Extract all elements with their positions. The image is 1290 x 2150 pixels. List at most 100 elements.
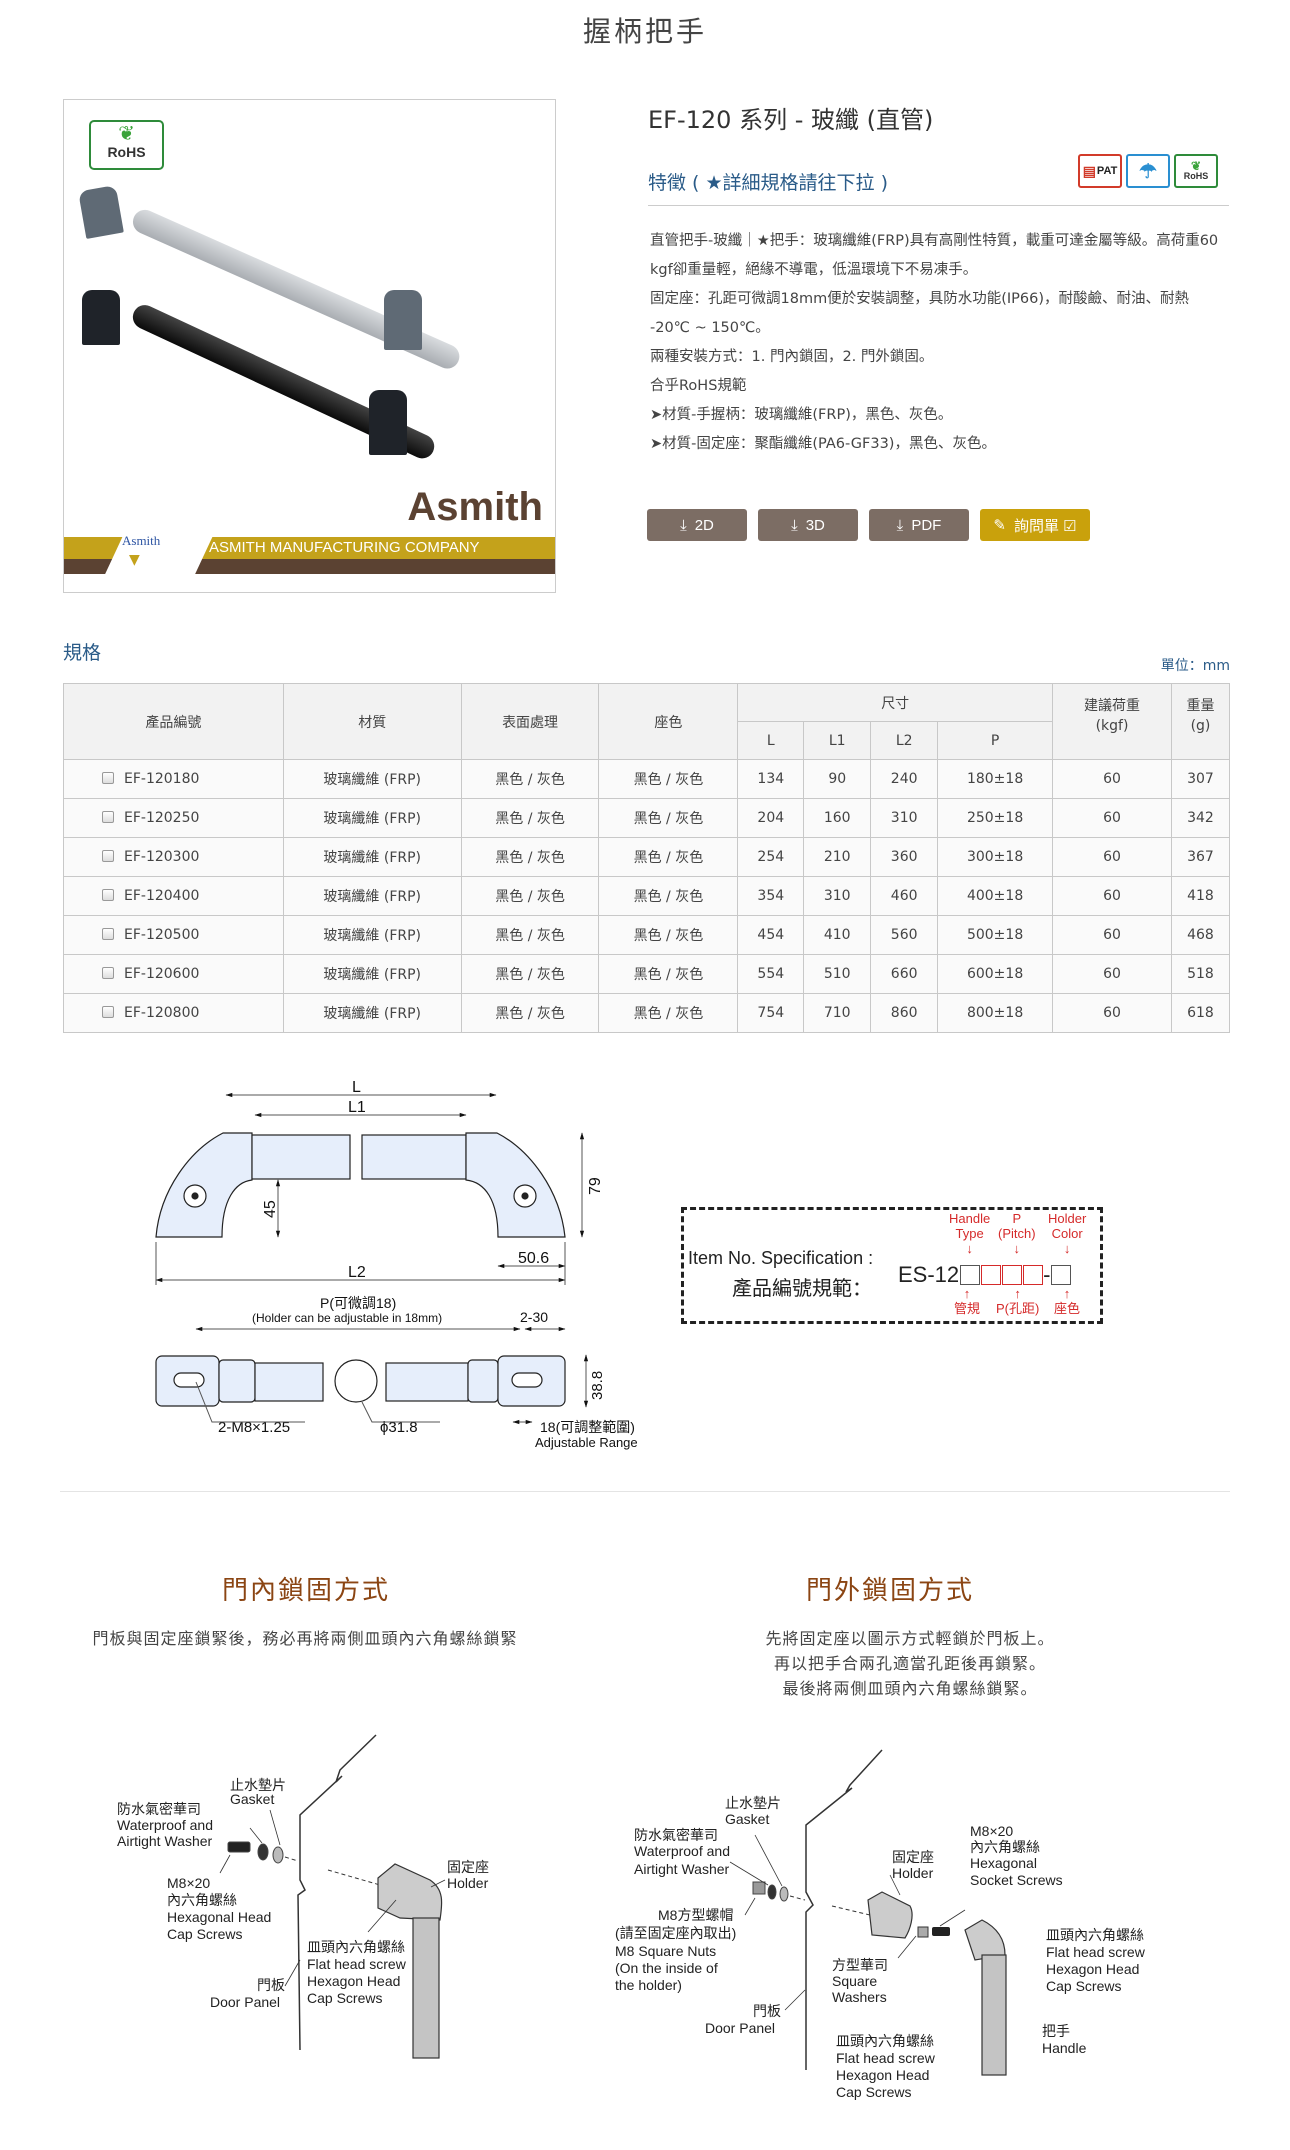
cell-weight: 307 bbox=[1170, 759, 1231, 799]
banner-company: ASMITH MANUFACTURING COMPANY bbox=[209, 539, 480, 556]
black-handle-holder-right bbox=[369, 390, 407, 455]
header-L2: L2 bbox=[870, 721, 939, 760]
button-label: 3D bbox=[805, 516, 825, 534]
mount-outside-title: 門外鎖固方式 bbox=[806, 1576, 975, 1606]
cell-holder-color: 黑色 / 灰色 bbox=[598, 798, 739, 838]
dim-38-8: 38.8 bbox=[589, 1371, 606, 1400]
technical-drawing: L L1 L2 50.6 45 79 P(可微調18) (Holder can … bbox=[155, 1079, 638, 1450]
label-flat-en2: Hexagon Head bbox=[836, 2067, 929, 2083]
pitch-label: P (Pitch) ↓ bbox=[998, 1211, 1036, 1256]
item-spec-label-en: Item No. Specification : bbox=[688, 1248, 874, 1268]
label-panel-en: Door Panel bbox=[705, 2020, 775, 2036]
mount-outside-diagram: 止水墊片 Gasket 防水氣密華司 Waterproof and Airtig… bbox=[615, 1749, 1146, 2100]
row-checkbox[interactable] bbox=[102, 967, 114, 979]
cell-material: 玻璃纖維 (FRP) bbox=[282, 993, 462, 1033]
row-checkbox[interactable] bbox=[102, 772, 114, 784]
leaf-icon: ❦ bbox=[118, 121, 135, 145]
spec-table: 產品編號 材質 表面處理 座色 尺寸 建議荷重 (kgf) 重量 (g) L L1 … bbox=[63, 683, 1231, 1033]
cell-material: 玻璃纖維 (FRP) bbox=[282, 954, 462, 994]
cell-holder-color: 黑色 / 灰色 bbox=[598, 993, 739, 1033]
dim-L: L bbox=[352, 1079, 361, 1096]
product-code: EF-120300 bbox=[124, 849, 200, 865]
cell-L2: 860 bbox=[870, 993, 939, 1033]
cell-P: 500±18 bbox=[937, 915, 1054, 955]
label-handle-en: Handle bbox=[1042, 2040, 1087, 2056]
cell-L: 254 bbox=[737, 837, 805, 877]
cell-P: 800±18 bbox=[937, 993, 1054, 1033]
download-pdf-button[interactable]: ⤓ PDF bbox=[869, 509, 969, 541]
code-separator: - bbox=[1043, 1262, 1051, 1287]
row-checkbox[interactable] bbox=[102, 850, 114, 862]
feature-item: 合乎RoHS規範 bbox=[650, 378, 747, 394]
header-L1: L1 bbox=[803, 721, 872, 760]
header-P: P bbox=[937, 721, 1054, 760]
product-code: EF-120400 bbox=[124, 888, 200, 904]
row-checkbox[interactable] bbox=[102, 811, 114, 823]
cell-L: 134 bbox=[737, 759, 805, 799]
black-handle-holder-left bbox=[82, 290, 120, 345]
download-icon: ⤓ bbox=[680, 516, 687, 534]
button-label: 詢問單 ☑ bbox=[1013, 517, 1077, 535]
label-handle-zh: 把手 bbox=[1042, 2023, 1070, 2039]
dim-p-note: (Holder can be adjustable in 18mm) bbox=[252, 1311, 442, 1325]
download-2d-button[interactable]: ⤓ 2D bbox=[647, 509, 747, 541]
cell-holder-color: 黑色 / 灰色 bbox=[598, 759, 739, 799]
row-checkbox[interactable] bbox=[102, 1006, 114, 1018]
mount-inside-diagram: 止水墊片 Gasket 防水氣密華司 Waterproof and Airtig… bbox=[117, 1734, 489, 2059]
mount-outside-desc: 先將固定座以圖示方式輕鎖於門板上。 再以把手合兩孔適當孔距後再鎖緊。 最後將兩側… bbox=[700, 1626, 1120, 1701]
product-code: EF-120250 bbox=[124, 810, 200, 826]
nut-parts bbox=[752, 1881, 789, 1902]
rohs-badge: ❦ RoHS bbox=[89, 120, 164, 170]
dim-2-30: 2-30 bbox=[520, 1309, 548, 1325]
features-list: 直管把手-玻纖｜★把手：玻璃纖維(FRP)具有高剛性特質，載重可達金屬等級。高荷… bbox=[650, 227, 1230, 459]
dim-79: 79 bbox=[587, 1177, 604, 1195]
row-checkbox[interactable] bbox=[102, 928, 114, 940]
header-L: L bbox=[737, 721, 805, 760]
label-square-washer-en2: Washers bbox=[832, 1989, 887, 2005]
label-washer-en2: Airtight Washer bbox=[117, 1833, 213, 1849]
label-washer-en2: Airtight Washer bbox=[634, 1861, 730, 1877]
cell-L2: 560 bbox=[870, 915, 939, 955]
series-title: EF-120 系列 - 玻纖 (直管) bbox=[648, 106, 934, 134]
item-spec-code: ES-12 - bbox=[898, 1262, 1072, 1288]
cell-material: 玻璃纖維 (FRP) bbox=[282, 837, 462, 877]
pitch-box bbox=[1002, 1265, 1023, 1285]
label-flat-right-zh: 皿頭內六角螺絲 bbox=[1046, 1927, 1144, 1943]
inquiry-button[interactable]: ✎ 詢問單 ☑ bbox=[980, 509, 1090, 541]
header-load: 建議荷重 (kgf) bbox=[1052, 683, 1172, 760]
header-dimension: 尺寸 bbox=[737, 683, 1054, 722]
cell-L1: 90 bbox=[803, 759, 872, 799]
label-washer-en1: Waterproof and bbox=[117, 1817, 213, 1833]
desc-line: 最後將兩側皿頭內六角螺絲鎖緊。 bbox=[782, 1679, 1038, 1698]
cell-P: 400±18 bbox=[937, 876, 1054, 916]
cell-holder-color: 黑色 / 灰色 bbox=[598, 837, 739, 877]
label-flat-right-en1: Flat head screw bbox=[1046, 1944, 1146, 1960]
table-row: EF-120180 玻璃纖維 (FRP) 黑色 / 灰色 黑色 / 灰色 134 90 24… bbox=[63, 759, 1231, 799]
edit-icon: ✎ bbox=[993, 517, 1006, 534]
label-panel-zh: 門板 bbox=[257, 1977, 285, 1993]
cell-load: 60 bbox=[1052, 759, 1172, 799]
cell-code: EF-120180 bbox=[63, 759, 284, 799]
cell-L: 554 bbox=[737, 954, 805, 994]
label-flat-en1: Flat head screw bbox=[307, 1956, 407, 1972]
cell-material: 玻璃纖維 (FRP) bbox=[282, 876, 462, 916]
cell-weight: 342 bbox=[1170, 798, 1231, 838]
download-3d-button[interactable]: ⤓ 3D bbox=[758, 509, 858, 541]
cell-P: 600±18 bbox=[937, 954, 1054, 994]
label-gasket-zh: 止水墊片 bbox=[725, 1795, 781, 1811]
cell-surface: 黑色 / 灰色 bbox=[460, 954, 600, 994]
cell-code: EF-120800 bbox=[63, 993, 284, 1033]
label-screw-3: Hexagonal Head bbox=[167, 1909, 271, 1925]
desc-line: 再以把手合兩孔適當孔距後再鎖緊。 bbox=[773, 1654, 1046, 1673]
table-row: EF-120600 玻璃纖維 (FRP) 黑色 / 灰色 黑色 / 灰色 554 510 6… bbox=[63, 954, 1231, 994]
cell-L2: 360 bbox=[870, 837, 939, 877]
cell-P: 180±18 bbox=[937, 759, 1054, 799]
cell-L: 754 bbox=[737, 993, 805, 1033]
header-holder-color: 座色 bbox=[598, 683, 739, 760]
row-checkbox[interactable] bbox=[102, 889, 114, 901]
hole-pitch-label: ↑ P(孔距) bbox=[996, 1286, 1040, 1316]
cell-holder-color: 黑色 / 灰色 bbox=[598, 876, 739, 916]
unit-label: 單位：mm bbox=[1160, 658, 1230, 674]
pipe-spec-label: ↑ 管規 bbox=[954, 1286, 981, 1316]
cell-holder-color: 黑色 / 灰色 bbox=[598, 915, 739, 955]
